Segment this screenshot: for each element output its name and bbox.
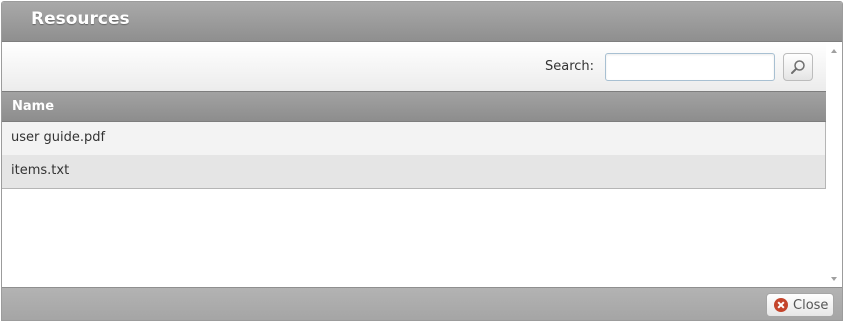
row-name: items.txt — [11, 163, 70, 178]
column-header-label: Name — [12, 99, 55, 114]
scroll-down-icon[interactable] — [831, 277, 837, 281]
dialog-titlebar[interactable]: Resources — [2, 2, 842, 42]
table-row[interactable]: user guide.pdf — [2, 122, 826, 155]
search-toolbar: Search: — [2, 42, 826, 92]
search-input[interactable] — [605, 53, 775, 81]
column-header-name[interactable]: Name — [2, 91, 826, 122]
dialog-content: Search: Name user guide.pdf items.txt — [2, 42, 826, 287]
search-label: Search: — [545, 59, 595, 74]
row-name: user guide.pdf — [11, 130, 106, 145]
close-button[interactable]: Close — [766, 293, 834, 317]
dialog-title: Resources — [31, 9, 130, 29]
scroll-up-icon[interactable] — [831, 49, 837, 53]
resources-grid: Name user guide.pdf items.txt — [2, 91, 826, 189]
search-button[interactable] — [783, 53, 813, 81]
close-icon — [774, 298, 788, 312]
dialog-footer: Close — [2, 287, 842, 320]
close-button-label: Close — [793, 297, 829, 313]
resources-dialog: Resources Search: Name user guide.pdf it… — [1, 1, 843, 321]
table-row[interactable]: items.txt — [2, 155, 826, 188]
vertical-scrollbar[interactable] — [826, 42, 842, 287]
search-icon — [791, 60, 805, 74]
